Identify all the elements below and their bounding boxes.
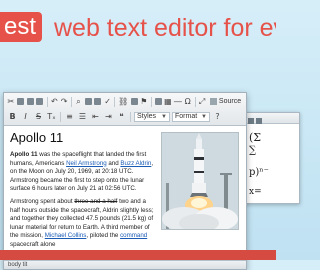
replace-icon[interactable] [84,96,92,107]
secondary-editor-toolbar [239,113,299,124]
horizontal-line-icon[interactable]: ― [174,96,182,107]
numbered-list-icon[interactable]: ≡ [64,111,75,122]
styles-dropdown-label: Styles [137,113,157,120]
rocket-launch-illustration [162,133,238,232]
bulleted-list-icon[interactable]: ☰ [77,111,88,122]
editor-toolbar: ✂ ↶ ↷ ⌕ ✓ ⛓ ⚑ ▦ ― Ω ⤢ Source B I S Tₓ ≡ … [4,93,246,126]
paragraph-text: Armstrong spent about [10,197,75,205]
editor-statusbar: body tit [4,260,246,269]
format-dropdown-label: Format [175,113,198,120]
paragraph-text: , piloted the [86,232,121,240]
paragraph-2: Armstrong spent about three and a half t… [10,198,156,250]
outdent-icon[interactable]: ⇤ [90,111,101,122]
paste-icon[interactable] [26,96,34,107]
indent-icon[interactable]: ⇥ [103,111,114,122]
remove-format-icon[interactable]: Tₓ [46,111,57,122]
math-formula-line: ∑ [249,145,257,156]
toolbar-row-1: ✂ ↶ ↷ ⌕ ✓ ⛓ ⚑ ▦ ― Ω ⤢ Source [7,95,243,108]
toolbar-separator [114,96,116,107]
cut-icon[interactable]: ✂ [7,96,15,107]
select-all-icon[interactable] [94,96,102,107]
hero-banner: est web text editor for ev [0,0,276,48]
paragraph-bold-text: Apollo 11 [10,151,38,158]
italic-icon[interactable]: I [20,111,31,122]
styles-dropdown[interactable]: Styles ▼ [134,111,170,122]
toolbar-separator [60,111,61,122]
toolbar-icon[interactable] [256,118,262,124]
bold-icon[interactable]: B [7,111,18,122]
link-neil-armstrong[interactable]: Neil Armstrong [66,160,107,167]
blockquote-icon[interactable]: ❝ [116,111,127,122]
unlink-icon[interactable] [130,96,138,107]
toolbar-separator [46,96,48,107]
chevron-down-icon: ▼ [201,113,207,120]
spellcheck-icon[interactable]: ✓ [104,96,112,107]
secondary-editor-window[interactable]: (Σ ∑ p)ⁿ⁻ x= [238,112,300,204]
toolbar-separator [130,111,131,122]
maximize-icon[interactable]: ⤢ [198,96,206,107]
source-icon [209,98,217,105]
image-icon[interactable] [154,96,162,107]
redo-icon[interactable]: ↷ [60,96,68,107]
math-formula-line: x= [249,187,262,197]
paragraph-1: Apollo 11 was the spaceflight that lande… [10,151,156,194]
find-icon[interactable]: ⌕ [75,96,83,107]
main-editor-window: ✂ ↶ ↷ ⌕ ✓ ⛓ ⚑ ▦ ― Ω ⤢ Source B I S Tₓ ≡ … [3,92,247,270]
strikethrough-icon[interactable]: S [33,111,44,122]
bottom-accent-bar [0,250,276,260]
link-michael-collins[interactable]: Michael Collins [45,232,87,239]
toolbar-row-2: B I S Tₓ ≡ ☰ ⇤ ⇥ ❝ Styles ▼ Format ▼ ? [7,110,243,123]
math-formula-line: p)ⁿ⁻ [249,167,269,178]
format-dropdown[interactable]: Format ▼ [172,111,210,122]
source-button-label: Source [218,98,242,105]
table-icon[interactable]: ▦ [164,96,172,107]
brand-logo-badge: est [0,12,43,42]
help-icon[interactable]: ? [212,111,223,122]
toolbar-separator [150,96,152,107]
math-formula-line: (Σ [249,131,262,144]
toolbar-separator [194,96,196,107]
link-buzz-aldrin[interactable]: Buzz Aldrin [120,160,151,167]
chevron-down-icon: ▼ [161,113,167,120]
special-char-icon[interactable]: Ω [184,96,192,107]
undo-icon[interactable]: ↶ [51,96,59,107]
copy-icon[interactable] [17,96,25,107]
source-button[interactable]: Source [208,98,243,105]
editor-content-area[interactable]: Apollo 11 Apollo 11 was the spaceflight … [4,126,246,260]
paragraph-text: spacecraft alone [10,240,56,248]
rocket-launch-image[interactable] [161,132,239,232]
link-icon[interactable]: ⛓ [118,96,128,107]
hero-tagline: web text editor for ev [54,14,276,42]
paragraph-text: and [106,159,121,167]
toolbar-icon[interactable] [248,118,254,124]
link-command[interactable]: command [120,232,147,239]
anchor-icon[interactable]: ⚑ [140,96,148,107]
paste-text-icon[interactable] [36,96,44,107]
strikethrough-text: three and a half [74,197,118,205]
toolbar-separator [70,96,72,107]
